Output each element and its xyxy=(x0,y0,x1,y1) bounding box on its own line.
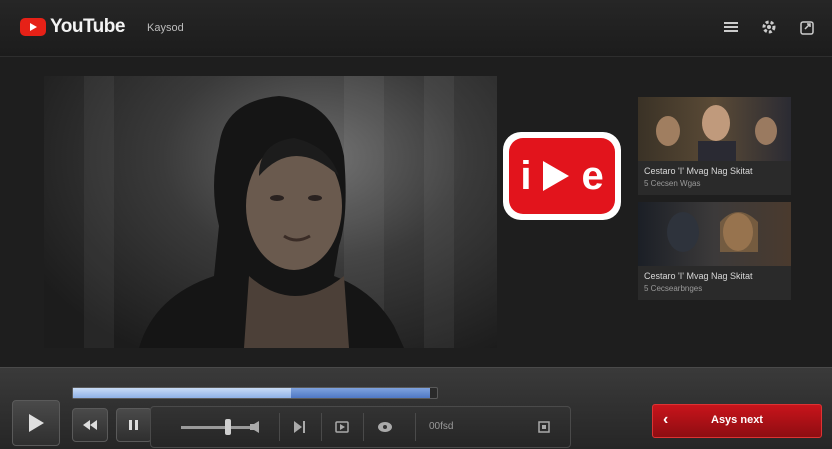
recommendation-subtitle: 5 Cecsearbnges xyxy=(644,284,703,293)
captions-icon[interactable] xyxy=(335,420,349,434)
youtube-logo[interactable]: YouTube xyxy=(20,16,125,38)
youtube-logo-icon xyxy=(20,18,46,36)
fullscreen-icon[interactable] xyxy=(537,420,551,434)
recommendation-card[interactable]: Cestaro 'I' Mvag Nag Skitat 5 Cecsen Wga… xyxy=(638,97,791,195)
pause-button[interactable] xyxy=(116,408,152,442)
speaker-icon[interactable] xyxy=(249,420,263,434)
share-icon[interactable] xyxy=(798,18,816,36)
next-button-label: Asys next xyxy=(711,414,763,426)
progress-buffered xyxy=(291,388,430,398)
play-icon xyxy=(29,414,44,432)
play-logo-e-glyph: e xyxy=(581,154,604,198)
logo-text: YouTube xyxy=(50,16,125,37)
volume-slider-track[interactable] xyxy=(181,426,259,429)
recommendation-thumbnail xyxy=(638,97,791,161)
top-bar: YouTube Kaysod xyxy=(0,0,832,57)
divider xyxy=(279,413,280,441)
settings-icon[interactable] xyxy=(377,420,393,434)
big-play-button[interactable]: i e xyxy=(503,132,621,220)
progress-bar[interactable] xyxy=(72,387,438,399)
play-logo-i-glyph: i xyxy=(520,154,532,198)
recommendation-thumbnail xyxy=(638,202,791,266)
recommendation-subtitle: 5 Cecsen Wgas xyxy=(644,179,701,188)
divider xyxy=(363,413,364,441)
pause-icon xyxy=(129,420,138,430)
rewind-button[interactable] xyxy=(72,408,108,442)
menu-icon[interactable] xyxy=(722,18,740,36)
video-frame[interactable] xyxy=(44,76,497,348)
time-readout: 00fsd xyxy=(429,421,454,432)
player-stage: i e Cestaro 'I' Mvag Nag Skitat 5 Cecsen… xyxy=(0,57,832,367)
progress-played xyxy=(73,388,292,398)
divider xyxy=(415,413,416,441)
divider xyxy=(321,413,322,441)
gear-icon[interactable] xyxy=(760,18,778,36)
woman-silhouette-image xyxy=(139,96,404,348)
volume-slider-knob[interactable] xyxy=(225,419,231,435)
control-group: 00fsd xyxy=(150,406,571,448)
recommendation-card[interactable]: Cestaro 'I' Mvag Nag Skitat 5 Cecsearbng… xyxy=(638,202,791,300)
play-button[interactable] xyxy=(12,400,60,446)
next-button[interactable]: ‹ Asys next xyxy=(652,404,822,438)
rewind-icon xyxy=(83,420,97,430)
recommendation-title: Cestaro 'I' Mvag Nag Skitat xyxy=(644,166,753,176)
control-bar: 00fsd ‹ Asys next xyxy=(0,367,832,449)
skip-icon[interactable] xyxy=(293,420,307,434)
recommendation-title: Cestaro 'I' Mvag Nag Skitat xyxy=(644,271,753,281)
play-icon xyxy=(543,161,570,191)
page-title: Kaysod xyxy=(147,22,184,34)
